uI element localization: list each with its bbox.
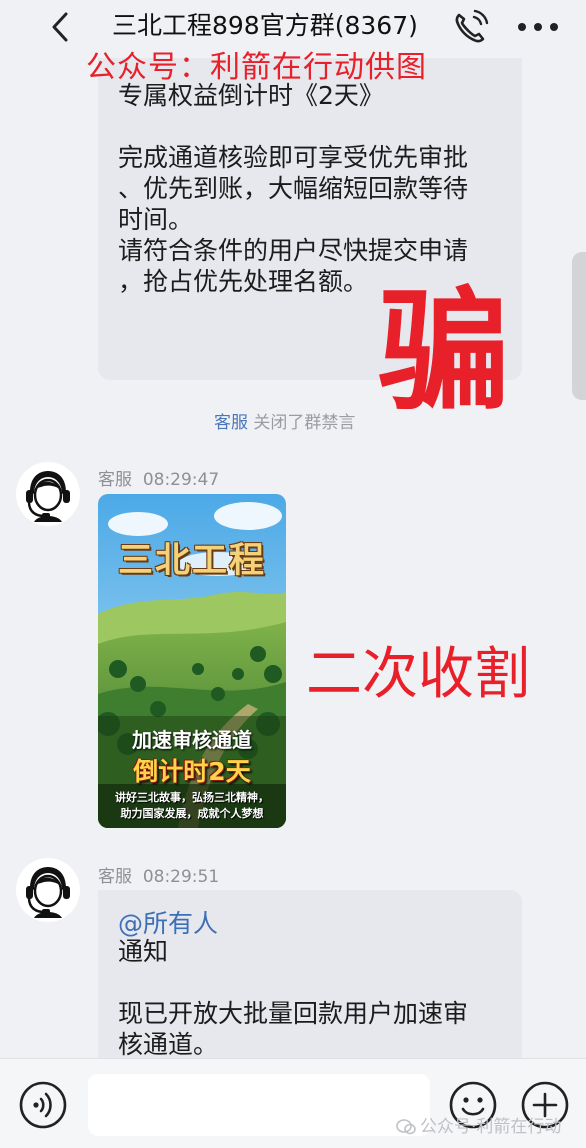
system-notice-actor[interactable]: 客服	[214, 413, 248, 433]
more-button[interactable]	[512, 10, 564, 44]
back-icon	[52, 12, 68, 42]
annotation-second-harvest: 二次收割	[306, 642, 530, 707]
sender-meta: 客服 08:29:47	[98, 465, 219, 490]
scrollbar[interactable]	[572, 252, 586, 400]
phone-icon	[455, 9, 489, 43]
sender-meta: 客服 08:29:51	[98, 862, 219, 887]
message-time: 08:29:51	[142, 867, 220, 887]
watermark-text: 公众号：利箭在行动供图	[86, 50, 427, 85]
back-button[interactable]	[44, 10, 78, 44]
watermark-bottom: 公众号·利箭在行动	[396, 1112, 561, 1137]
sender-name: 客服	[98, 867, 132, 887]
watermark-bottom-text: 公众号·利箭在行动	[420, 1117, 562, 1137]
group-title: 三北工程898官方群(8367)	[112, 11, 418, 40]
avatar[interactable]	[16, 858, 80, 922]
message-text: 专属权益倒计时《2天》 完成通道核验即可享受优先审批 、优先到账，大幅缩短回款等…	[118, 81, 469, 296]
annotation-fraud: 骗	[378, 275, 510, 429]
message-input[interactable]	[88, 1074, 430, 1136]
avatar[interactable]	[16, 462, 80, 526]
system-notice-text: 关闭了群禁言	[253, 413, 356, 433]
message-time: 08:29:47	[142, 470, 220, 490]
message-text: 通知 现已开放大批量回款用户加速审 核通道。	[118, 937, 469, 1059]
more-icon	[518, 23, 558, 31]
poster-slogan: 讲好三北故事，弘扬三北精神， 助力国家发展，成就个人梦想	[115, 791, 269, 820]
wechat-official-logo-icon	[396, 1119, 416, 1135]
poster-subtitle: 加速审核通道	[132, 728, 252, 752]
voice-icon	[19, 1081, 67, 1129]
poster-title: 三北工程	[117, 540, 266, 581]
sender-name: 客服	[98, 470, 132, 490]
mention-all-link[interactable]: @所有人	[118, 904, 218, 940]
customer-service-avatar-icon	[16, 462, 80, 526]
voice-button[interactable]	[18, 1080, 68, 1130]
customer-service-avatar-icon	[16, 858, 80, 922]
system-notice: 客服 关闭了群禁言	[214, 408, 355, 433]
poster-countdown: 倒计时2天	[133, 757, 251, 786]
call-button[interactable]	[450, 8, 490, 48]
